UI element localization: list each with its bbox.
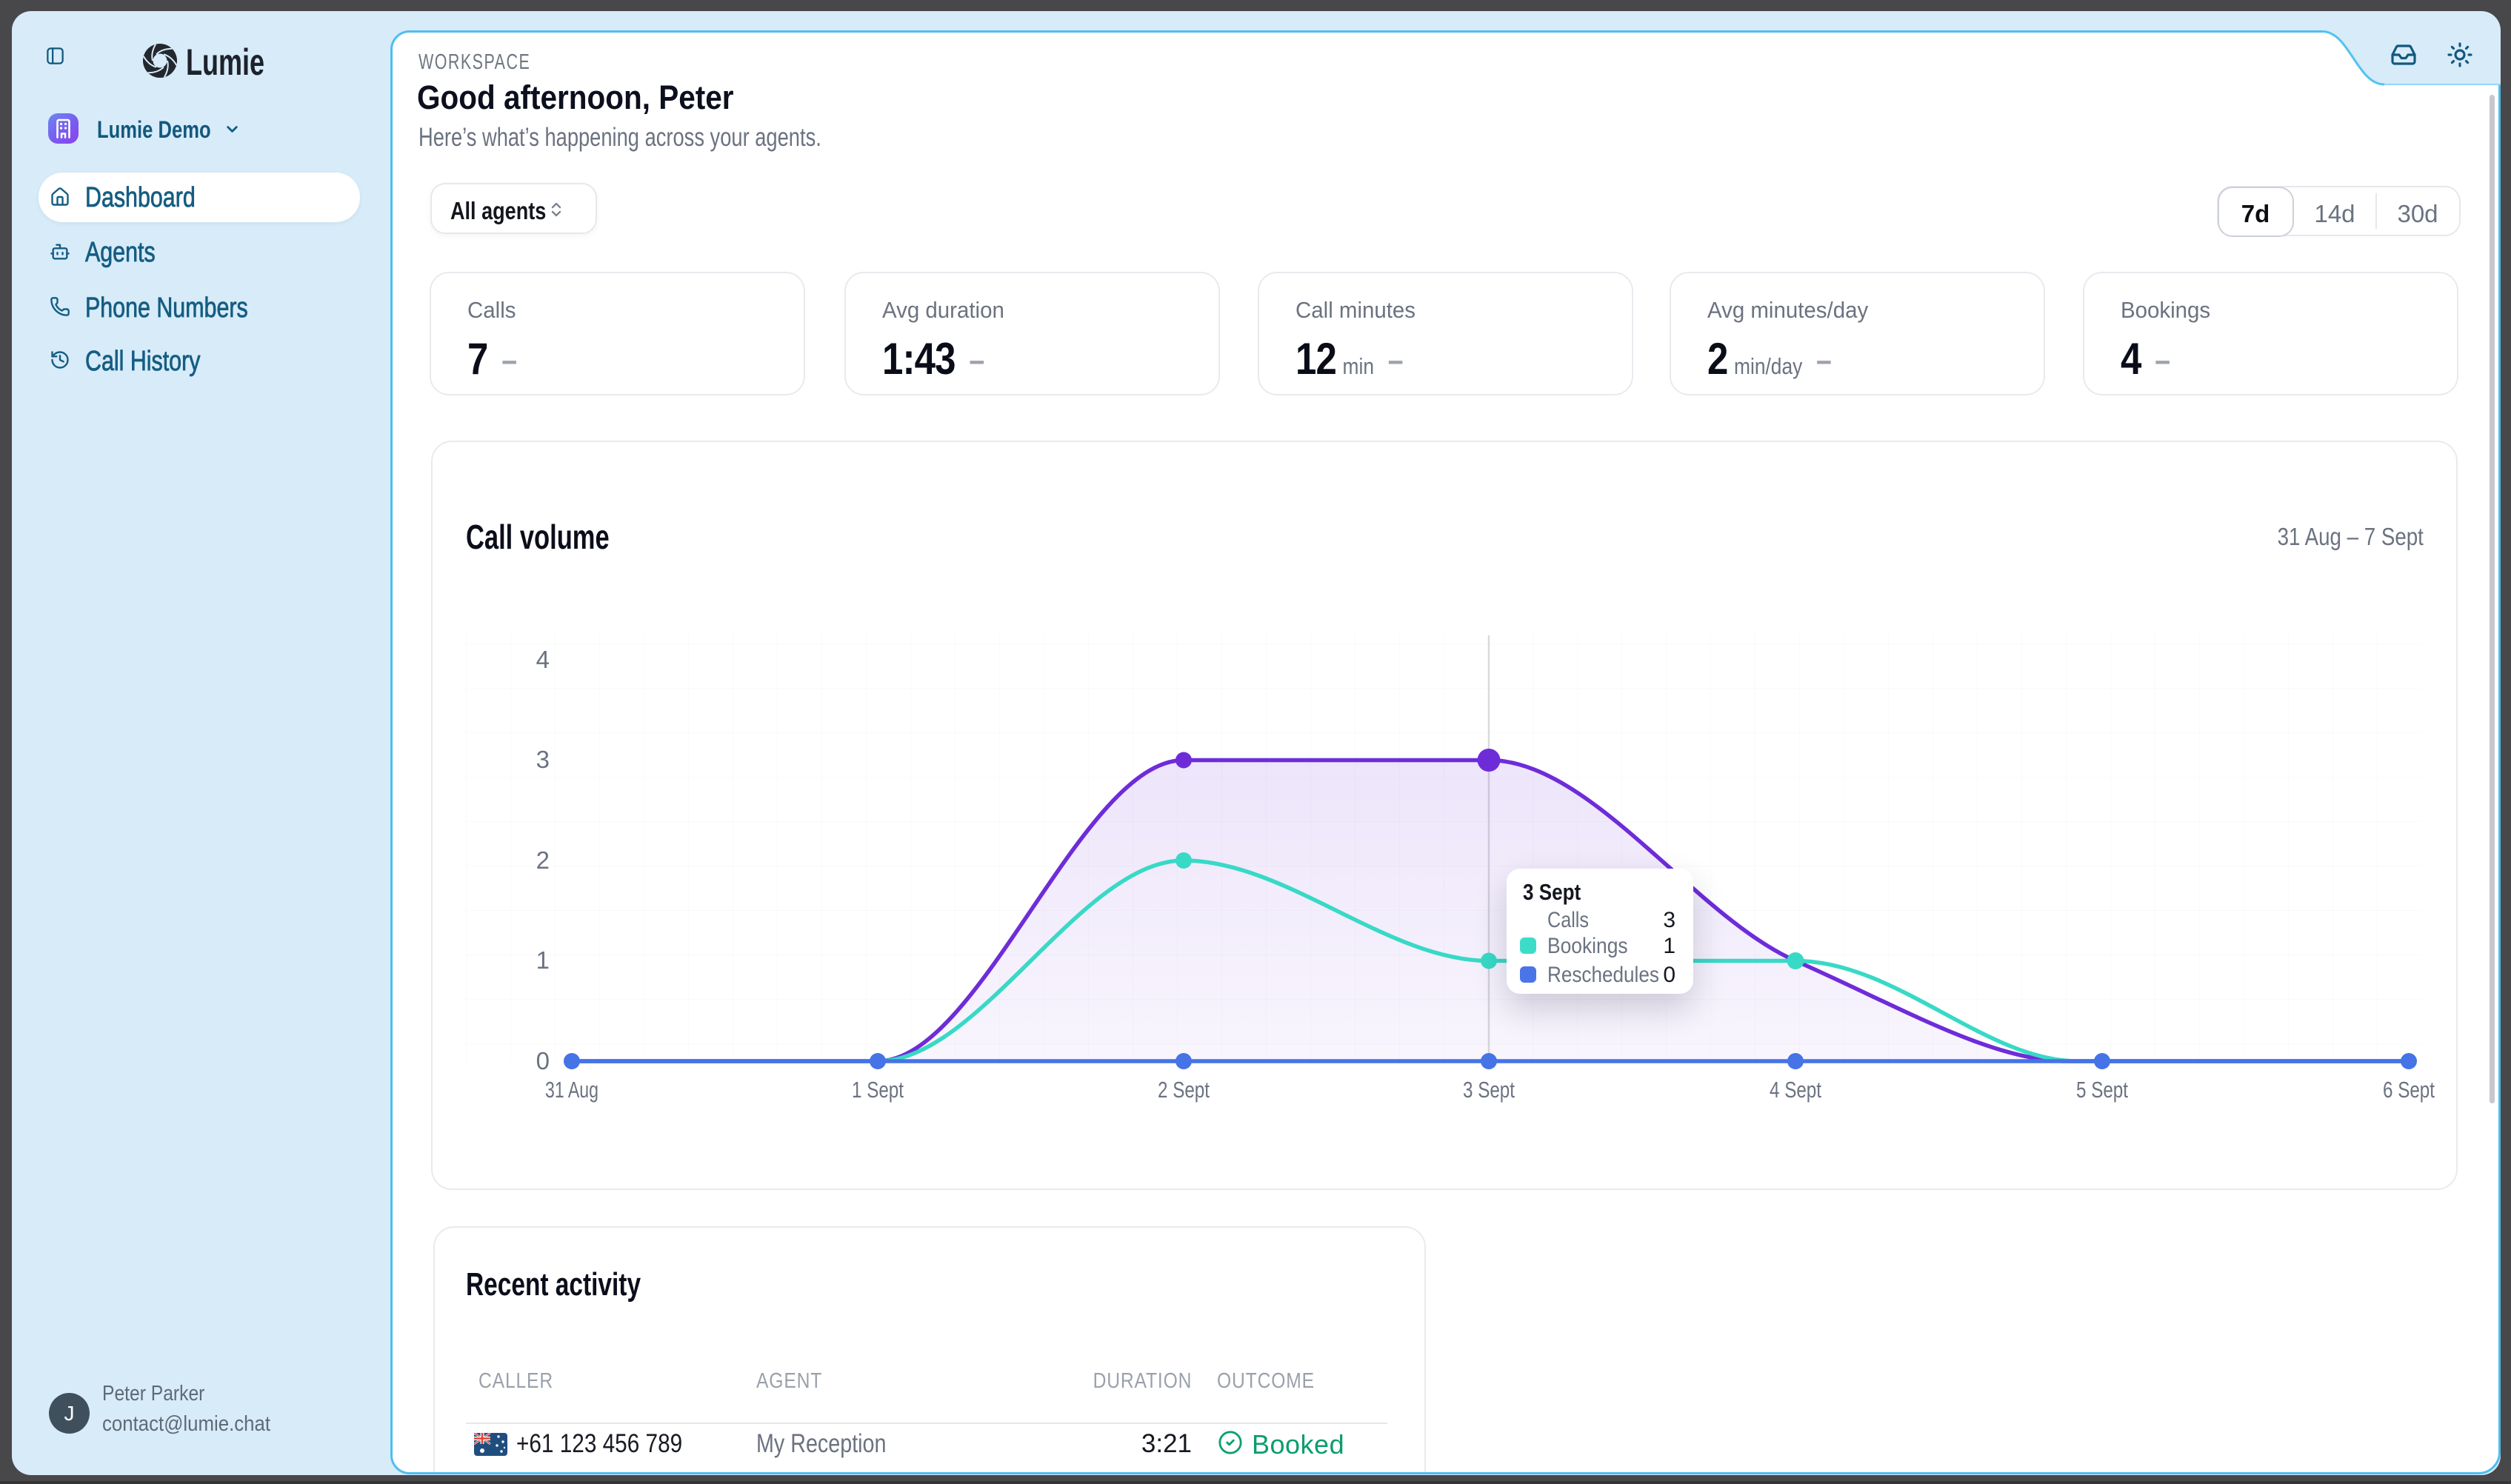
svg-text:1: 1 <box>536 946 550 974</box>
svg-text:4: 4 <box>536 646 550 673</box>
svg-text:31 Aug: 31 Aug <box>545 1077 598 1103</box>
svg-text:3: 3 <box>536 746 550 773</box>
svg-text:0: 0 <box>536 1047 550 1074</box>
svg-text:5 Sept: 5 Sept <box>2076 1077 2128 1103</box>
svg-text:6 Sept: 6 Sept <box>2383 1077 2435 1103</box>
svg-text:3 Sept: 3 Sept <box>1463 1077 1515 1103</box>
svg-text:4 Sept: 4 Sept <box>1770 1077 1821 1103</box>
svg-text:1 Sept: 1 Sept <box>852 1077 904 1103</box>
svg-text:2 Sept: 2 Sept <box>1158 1077 1210 1103</box>
svg-text:2: 2 <box>536 846 550 874</box>
